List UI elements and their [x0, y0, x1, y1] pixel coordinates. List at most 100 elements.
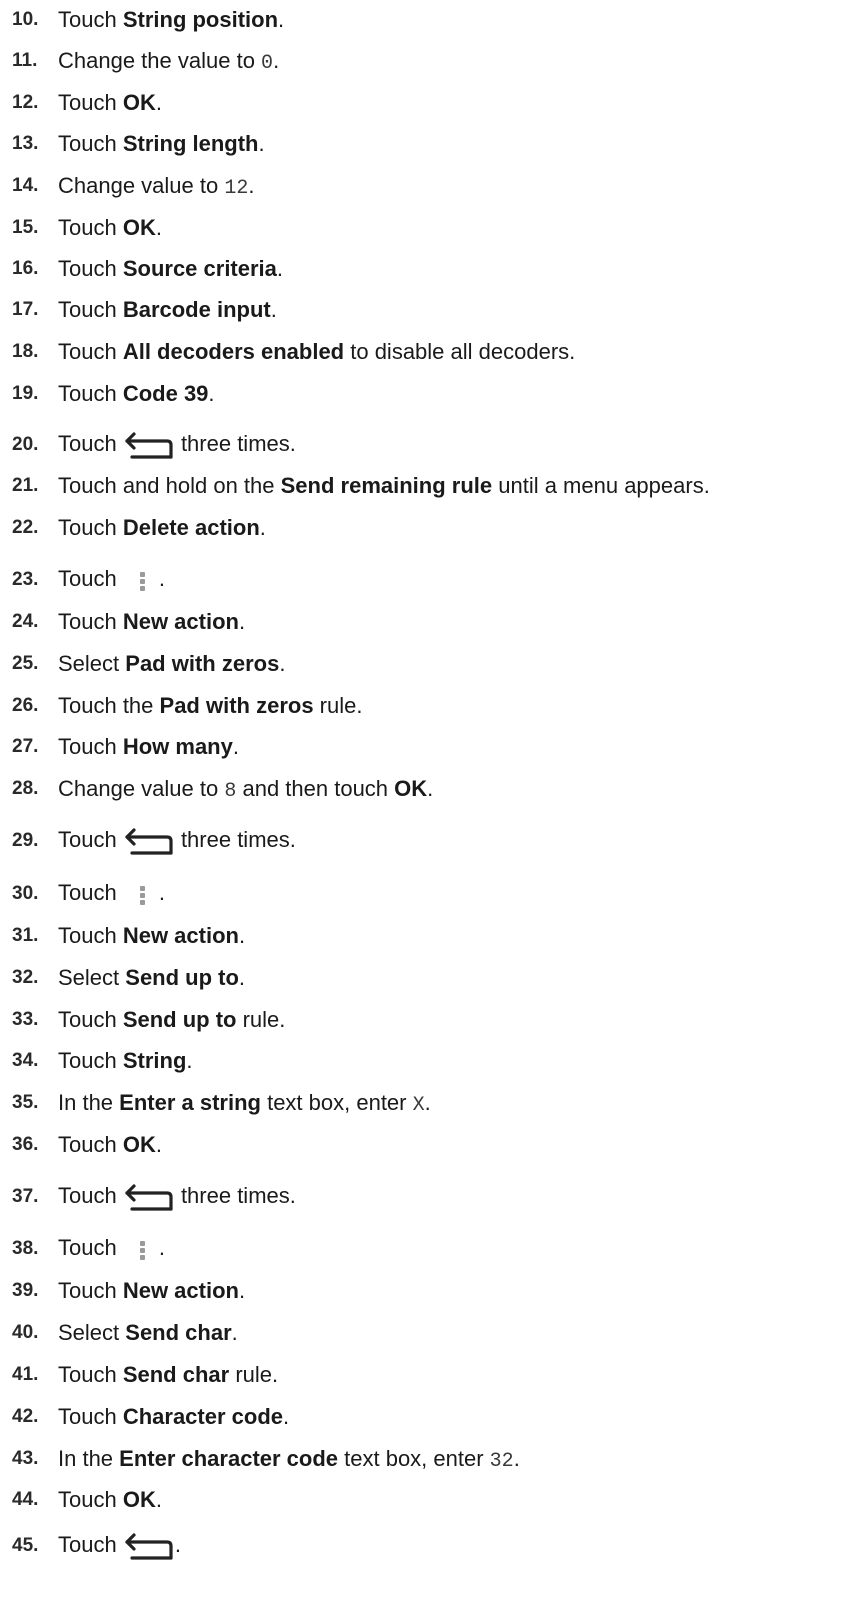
step-number: 27. — [12, 736, 39, 757]
step-text-segment: Touch — [58, 565, 123, 591]
step-number: 38. — [12, 1238, 39, 1259]
step-text: Touch three times. — [58, 826, 296, 856]
step-text: Touch New action. — [58, 1278, 245, 1304]
step-text-segment: Touch — [58, 826, 123, 852]
step-text-segment: Touch — [58, 381, 123, 406]
step-number: 45. — [12, 1535, 39, 1556]
step-text-segment: In the — [58, 1089, 120, 1115]
step-text-segment: . — [155, 1132, 162, 1157]
step-text-segment: Touch — [58, 1278, 123, 1303]
step-text-segment: Touch — [58, 1362, 123, 1387]
step-item: 38. Touch . — [0, 1233, 165, 1265]
ui-term: Enter a string — [119, 1089, 261, 1115]
step-number: 25. — [12, 653, 39, 674]
step-text-segment: Touch — [58, 1234, 123, 1260]
step-text: Touch three times. — [58, 1182, 296, 1212]
step-item: 26. Touch the Pad with zeros rule. — [0, 690, 362, 722]
step-number: 35. — [12, 1092, 39, 1113]
step-text-segment: rule. — [236, 1007, 286, 1032]
ui-term: String length — [122, 131, 259, 156]
step-text-segment: . — [513, 1445, 520, 1471]
step-text: Touch OK. — [58, 1132, 162, 1158]
step-text-segment: . — [270, 297, 277, 322]
step-item: 23. Touch . — [0, 564, 165, 596]
step-item: 41. Touch Send char rule. — [0, 1359, 278, 1391]
input-value: 12 — [224, 176, 249, 200]
step-text: Touch String. — [58, 1048, 193, 1074]
step-text-segment: . — [231, 1320, 238, 1345]
step-item: 36. Touch OK. — [0, 1129, 162, 1161]
ui-term: Send up to — [125, 965, 239, 990]
ui-term: All decoders enabled — [122, 339, 345, 364]
ui-term: Pad with zeros — [125, 651, 280, 676]
step-item: 27. Touch How many. — [0, 731, 239, 763]
step-number: 28. — [12, 778, 39, 799]
step-text-segment: . — [174, 1531, 181, 1557]
step-text-segment: . — [259, 515, 266, 540]
step-number: 44. — [12, 1489, 39, 1510]
step-text-segment: Touch — [58, 609, 123, 634]
step-item: 15. Touch OK. — [0, 212, 162, 244]
input-value: 8 — [224, 779, 237, 803]
overflow-menu-icon — [135, 566, 149, 594]
step-number: 18. — [12, 341, 39, 362]
step-text-segment: Select — [58, 965, 126, 990]
input-value: X — [412, 1093, 425, 1117]
step-text-segment: Touch — [58, 1531, 123, 1557]
step-text: Touch the Pad with zeros rule. — [58, 693, 362, 719]
step-text: Touch three times. — [58, 430, 296, 460]
step-text-segment: Touch — [58, 1404, 123, 1429]
step-item: 10. Touch String position. — [0, 4, 284, 36]
ui-term: OK — [122, 90, 156, 115]
ui-term: OK — [122, 1487, 156, 1512]
step-text-segment: rule. — [313, 693, 363, 718]
step-text-segment: three times. — [174, 430, 296, 456]
ui-term: Send char — [125, 1320, 232, 1345]
step-number: 13. — [12, 133, 39, 154]
overflow-menu-icon — [135, 880, 149, 908]
step-number: 14. — [12, 175, 39, 196]
step-item: 18. Touch All decoders enabled to disable… — [0, 336, 575, 368]
ui-term: New action — [122, 1278, 239, 1303]
step-text-segment: Touch — [58, 1182, 123, 1208]
step-text: Touch . — [58, 880, 165, 908]
step-text-segment: . — [158, 879, 165, 905]
step-text: Touch and hold on the Send remaining rul… — [58, 473, 710, 499]
step-text-segment: In the — [58, 1445, 120, 1471]
back-icon — [123, 430, 175, 460]
step-item: 21. Touch and hold on the Send remaining … — [0, 470, 710, 502]
step-text-segment: Touch the — [58, 693, 160, 718]
ui-term: Send up to — [122, 1007, 237, 1032]
step-item: 34. Touch String. — [0, 1045, 193, 1077]
step-text: Touch New action. — [58, 923, 245, 949]
step-item: 40. Select Send char. — [0, 1317, 238, 1349]
step-text-segment: Change value to — [58, 775, 225, 801]
step-number: 22. — [12, 517, 39, 538]
step-number: 33. — [12, 1009, 39, 1030]
step-text-segment: Touch — [58, 1487, 123, 1512]
step-number: 11. — [12, 50, 38, 71]
step-text-segment: . — [278, 7, 285, 32]
step-text-segment: . — [158, 1234, 165, 1260]
step-number: 12. — [12, 92, 39, 113]
step-text-segment: three times. — [174, 1182, 296, 1208]
step-text: Touch All decoders enabled to disable al… — [58, 339, 575, 365]
step-text-segment: Touch — [58, 90, 123, 115]
step-text-segment: Touch — [58, 215, 123, 240]
step-item: 11. Change the value to 0. — [0, 45, 279, 77]
ui-term: How many — [122, 734, 233, 759]
step-item: 24. Touch New action. — [0, 606, 245, 638]
step-text-segment: . — [273, 47, 280, 73]
step-item: 19. Touch Code 39. — [0, 378, 215, 410]
ui-term: Send char — [122, 1362, 230, 1387]
step-text-segment: . — [232, 734, 239, 759]
step-text: Touch Barcode input. — [58, 297, 277, 323]
step-text-segment: to disable all decoders. — [344, 339, 576, 364]
step-item: 17. Touch Barcode input. — [0, 294, 277, 326]
ui-term: New action — [122, 609, 239, 634]
step-number: 24. — [12, 611, 39, 632]
step-number: 20. — [12, 434, 39, 455]
step-text-segment: Touch — [58, 734, 123, 759]
step-text-segment: Touch — [58, 7, 123, 32]
step-text-segment: Change value to — [58, 172, 225, 198]
